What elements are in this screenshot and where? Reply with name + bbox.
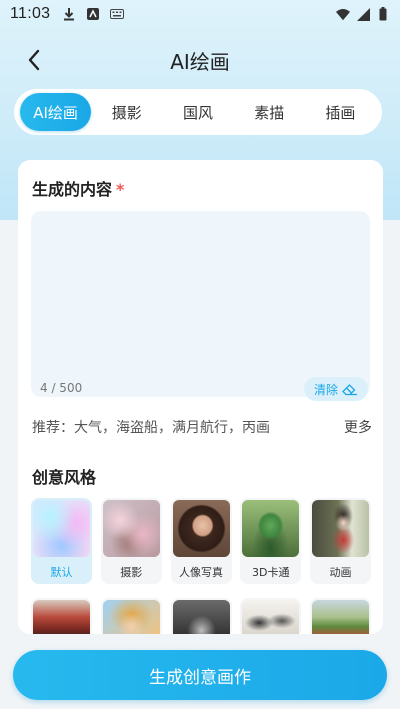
- style-label-3d-cartoon: 3D卡通: [252, 566, 290, 579]
- recommend-text[interactable]: 推荐：大气，海盗船，满月航行，丙画: [32, 417, 270, 437]
- tab-guofeng[interactable]: 国风: [162, 93, 233, 131]
- style-item-8[interactable]: [170, 598, 232, 634]
- tab-photography[interactable]: 摄影: [91, 93, 162, 131]
- style-label-anime: 动画: [329, 566, 352, 579]
- style-thumb-portrait: [172, 500, 230, 557]
- tab-illustration[interactable]: 插画: [305, 93, 376, 131]
- style-label-default: 默认: [50, 566, 73, 579]
- signal-icon: [356, 7, 370, 21]
- style-item-portrait[interactable]: 人像写真: [170, 498, 232, 584]
- wifi-icon: [336, 7, 350, 21]
- content-card: 生成的内容 * 4 / 500 清除 推荐：大气，海盗船，满月航行，丙画 更多 创…: [18, 160, 383, 634]
- keyboard-icon: [110, 7, 125, 21]
- back-button[interactable]: [20, 46, 48, 74]
- style-item-photography[interactable]: 摄影: [100, 498, 162, 584]
- style-item-10[interactable]: [310, 598, 371, 634]
- style-list: 默认 摄影 人像写真 3D卡通 动画: [31, 498, 371, 584]
- style-item-3d-cartoon[interactable]: 3D卡通: [240, 498, 302, 584]
- recommend-row: 推荐：大气，海盗船，满月航行，丙画 更多: [32, 417, 372, 437]
- style-item-6[interactable]: [31, 598, 92, 634]
- style-item-7[interactable]: [100, 598, 162, 634]
- style-thumb-default: [33, 500, 90, 557]
- download-icon: [62, 7, 76, 21]
- category-tabs: AI绘画 摄影 国风 素描 插画: [14, 89, 382, 135]
- clear-label: 清除: [313, 382, 338, 397]
- style-section-title: 创意风格: [32, 468, 97, 487]
- style-thumb-3d-cartoon: [242, 500, 300, 557]
- style-thumb-6: [33, 600, 90, 634]
- nav-header: AI绘画: [0, 40, 400, 80]
- style-thumb-anime: [312, 500, 369, 557]
- style-thumb-photography: [102, 500, 160, 557]
- content-section-title: 生成的内容 *: [32, 176, 124, 200]
- chevron-left-icon: [28, 49, 40, 71]
- tab-ai-painting[interactable]: AI绘画: [20, 93, 92, 131]
- battery-icon: [376, 7, 390, 21]
- style-thumb-9: [242, 600, 300, 634]
- required-mark: *: [116, 180, 125, 199]
- more-button[interactable]: 更多: [344, 417, 372, 437]
- char-count: 4 / 500: [40, 381, 83, 395]
- style-thumb-7: [102, 600, 160, 634]
- status-bar: 11:03: [0, 0, 400, 28]
- app-notification-icon: [86, 7, 100, 21]
- tab-sketch[interactable]: 素描: [234, 93, 305, 131]
- style-label-portrait: 人像写真: [179, 566, 223, 579]
- style-list-row2: [31, 598, 371, 634]
- style-item-9[interactable]: [240, 598, 302, 634]
- style-thumb-10: [312, 600, 369, 634]
- generate-button[interactable]: 生成创意画作: [13, 650, 387, 700]
- page-title: AI绘画: [170, 49, 230, 74]
- style-label-photography: 摄影: [120, 566, 143, 579]
- clear-button[interactable]: 清除: [304, 377, 368, 401]
- status-time: 11:03: [10, 5, 51, 22]
- eraser-icon: [342, 383, 357, 395]
- prompt-input[interactable]: [31, 211, 370, 397]
- style-thumb-8: [172, 600, 230, 634]
- style-item-anime[interactable]: 动画: [310, 498, 371, 584]
- style-item-default[interactable]: 默认: [31, 498, 92, 584]
- content-title-text: 生成的内容: [32, 180, 113, 199]
